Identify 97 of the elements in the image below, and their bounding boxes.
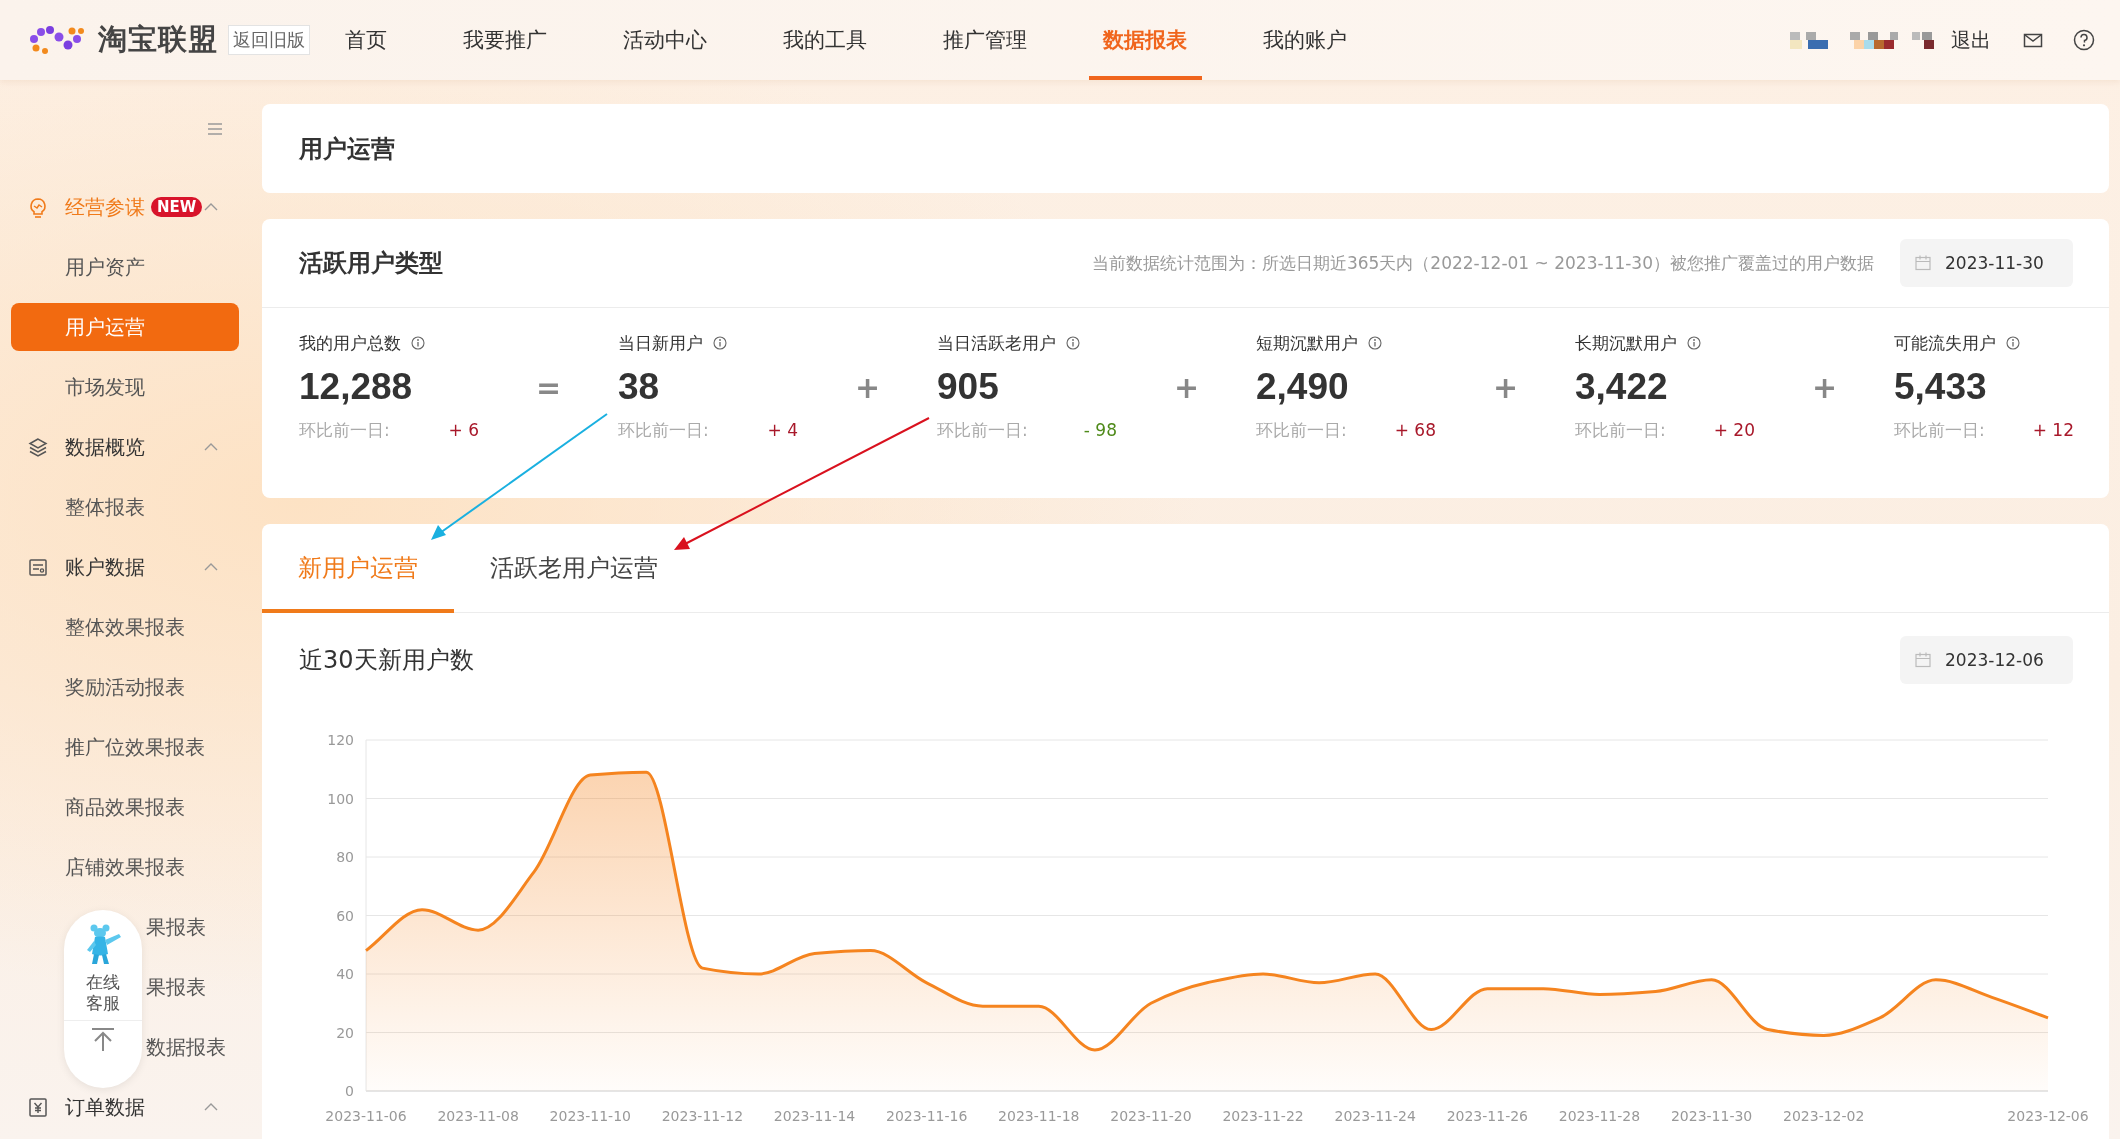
sidebar-item[interactable]: 商品效果报表 [11, 783, 239, 831]
axis-label: 2023-11-20 [1110, 1108, 1192, 1124]
sidebar-item[interactable]: 店铺效果报表 [11, 843, 239, 891]
nav-tab[interactable]: 首页 [312, 0, 420, 80]
nav-tab[interactable]: 我的工具 [750, 0, 900, 80]
info-icon[interactable] [1368, 336, 1382, 350]
menu-group[interactable]: 账户数据 [65, 553, 145, 581]
axis-label: 2023-11-12 [661, 1108, 744, 1124]
axis-label: 2023-11-22 [1222, 1108, 1304, 1124]
sidebar-item[interactable]: 果报表 [146, 903, 206, 951]
help-widget[interactable]: 在线客服 [64, 910, 142, 1088]
compare-label: 环比前一日: [1575, 418, 1666, 442]
info-icon[interactable] [1066, 336, 1080, 350]
change-value: + 20 [1713, 420, 1755, 440]
info-icon[interactable] [1687, 336, 1701, 350]
calendar-icon [1915, 652, 1931, 668]
old-version-button[interactable]: 返回旧版 [228, 25, 310, 55]
metric-label: 短期沉默用户 [1256, 331, 1358, 355]
scope-note: 当前数据统计范围为：所选日期近365天内（2022-12-01 ~ 2023-11-30）被您推广覆盖过的用户数据 [1091, 251, 1874, 275]
plus-sign: + [1492, 370, 1519, 407]
axis-label: 2023-11-26 [1446, 1108, 1528, 1124]
change-value: + 4 [767, 420, 798, 440]
axis-label: 2023-11-28 [1558, 1108, 1641, 1124]
metric-value: 12,288 [299, 365, 414, 409]
sidebar-item[interactable]: 整体报表 [11, 483, 239, 531]
menu-group[interactable]: 数据概览 [65, 433, 145, 461]
axis-label: 20 [336, 1024, 354, 1041]
axis-label: 2023-12-02 [1783, 1108, 1865, 1124]
metric-label: 当日新用户 [618, 331, 703, 355]
axis-label: 2023-11-18 [998, 1108, 1080, 1124]
back-to-top-icon[interactable] [90, 1027, 116, 1052]
compare-label: 环比前一日: [618, 418, 709, 442]
axis-label: 2023-11-14 [773, 1108, 856, 1124]
compare-label: 环比前一日: [299, 418, 390, 442]
axis-label: 2023-11-10 [549, 1108, 631, 1124]
axis-label: 2023-11-16 [886, 1108, 968, 1124]
metric-value: 3,422 [1575, 365, 1669, 409]
axis-label: 2023-11-06 [325, 1108, 407, 1124]
sidebar-item[interactable]: 市场发现 [11, 363, 239, 411]
axis-label: 2023-12-06 [2007, 1108, 2089, 1124]
help-icon[interactable] [2073, 29, 2095, 51]
metric-label: 长期沉默用户 [1575, 331, 1677, 355]
nav-tab[interactable]: 推广管理 [910, 0, 1060, 80]
logout-link[interactable]: 退出 [1951, 26, 1991, 54]
axis-label: 2023-11-30 [1670, 1108, 1753, 1124]
menu-group[interactable]: 订单数据 [65, 1093, 145, 1121]
plus-sign: + [1173, 370, 1200, 407]
logo-icon[interactable] [28, 25, 86, 55]
help-label[interactable]: 在线客服 [85, 972, 121, 1014]
nav-tab[interactable]: 我要推广 [430, 0, 580, 80]
new-badge: NEW [151, 197, 203, 217]
metric-value: 905 [937, 365, 1000, 409]
mosaic-icon [1790, 31, 1936, 49]
change-value: + 6 [448, 420, 479, 440]
metric-label: 可能流失用户 [1894, 331, 1996, 355]
plus-sign: + [854, 370, 881, 407]
change-value: + 68 [1394, 420, 1436, 440]
info-icon[interactable] [411, 336, 425, 350]
axis-label: 60 [336, 907, 354, 924]
metric-label: 我的用户总数 [299, 331, 401, 355]
info-icon[interactable] [2006, 336, 2020, 350]
calendar-icon [1915, 255, 1931, 271]
section-title: 活跃用户类型 [299, 248, 443, 279]
plus-sign: + [1811, 370, 1838, 407]
page-title: 用户运营 [299, 133, 395, 165]
tab[interactable]: 活跃老用户运营 [454, 524, 694, 613]
metric-label: 当日活跃老用户 [937, 331, 1056, 355]
sidebar-item[interactable]: 推广位效果报表 [11, 723, 239, 771]
change-value: + 12 [2032, 420, 2074, 440]
metric-value: 2,490 [1256, 365, 1350, 409]
info-icon[interactable] [713, 336, 727, 350]
sidebar-item[interactable]: 整体效果报表 [11, 603, 239, 651]
axis-label: 2023-11-24 [1334, 1108, 1416, 1124]
sidebar-item[interactable]: 奖励活动报表 [11, 663, 239, 711]
sidebar-item[interactable]: 用户资产 [11, 243, 239, 291]
compare-label: 环比前一日: [937, 418, 1028, 442]
nav-tab[interactable]: 我的账户 [1230, 0, 1380, 80]
date-picker[interactable]: 2023-11-30 [1900, 239, 2073, 287]
axis-label: 2023-11-08 [437, 1108, 519, 1124]
logo-text[interactable]: 淘宝联盟 [98, 20, 218, 60]
axis-label: 100 [327, 790, 354, 807]
axis-label: 120 [327, 732, 354, 748]
sidebar-item[interactable]: 果报表 [146, 963, 206, 1011]
sidebar-item[interactable]: 数据报表 [146, 1023, 226, 1071]
compare-label: 环比前一日: [1256, 418, 1347, 442]
equals-sign: = [535, 370, 562, 407]
change-value: - 98 [1083, 420, 1117, 440]
chart-title: 近30天新用户数 [299, 645, 474, 676]
metric-value: 38 [618, 365, 661, 409]
axis-label: 40 [336, 966, 354, 982]
metric-value: 5,433 [1894, 365, 1988, 409]
nav-tab[interactable]: 活动中心 [590, 0, 740, 80]
chevron-icon[interactable] [204, 1102, 218, 1112]
axis-label: 80 [336, 849, 354, 865]
compare-label: 环比前一日: [1894, 418, 1985, 442]
date-picker[interactable]: 2023-12-06 [1900, 636, 2073, 684]
axis-label: 0 [345, 1083, 354, 1099]
